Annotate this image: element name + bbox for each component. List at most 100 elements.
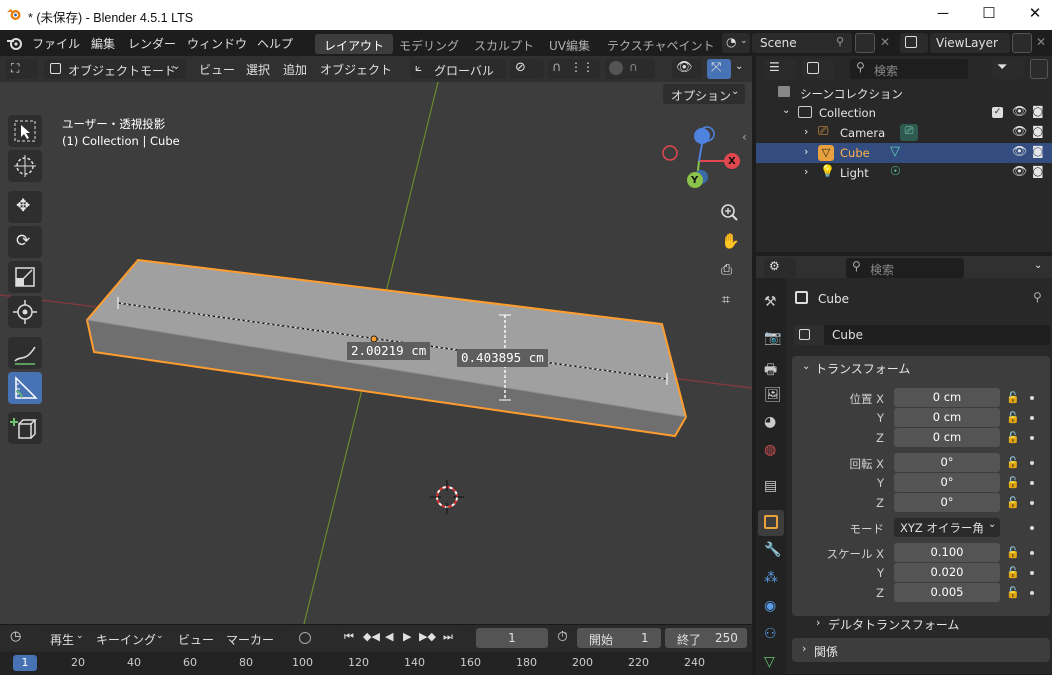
lock-icon[interactable]: 🔓 — [1006, 456, 1020, 469]
keyframe-dot[interactable] — [1030, 436, 1034, 440]
zoom-button[interactable] — [716, 199, 742, 225]
camera-render-icon[interactable]: ◙ — [1032, 104, 1044, 118]
scene-tab-icon[interactable]: ◕ — [764, 414, 776, 430]
lock-icon[interactable]: 🔓 — [1006, 546, 1020, 559]
timeline-editor-type[interactable]: ◷ — [6, 628, 38, 648]
new-collection-icon[interactable] — [1030, 59, 1048, 79]
proportional-edit[interactable]: ∩ — [605, 59, 655, 79]
prev-keyframe-icon[interactable]: ◆◀ — [363, 630, 380, 643]
keyframe-dot[interactable] — [1030, 396, 1034, 400]
menu-add[interactable]: 追加 — [283, 61, 307, 78]
cursor-tool[interactable] — [8, 150, 42, 182]
jump-end-icon[interactable]: ⏭ — [443, 630, 453, 644]
blender-menu-icon[interactable] — [6, 35, 24, 51]
menu-keying[interactable]: キーイング — [96, 631, 156, 648]
menu-help[interactable]: ヘルプ — [257, 35, 293, 52]
tree-item-light[interactable]: › 💡 Light ☉ 👁 ◙ — [756, 163, 1052, 183]
current-frame-field[interactable]: 1 — [476, 628, 548, 648]
keyframe-dot[interactable] — [1030, 591, 1034, 595]
pan-button[interactable]: ✋ — [716, 229, 742, 255]
menu-object[interactable]: オブジェクト — [320, 61, 392, 78]
pin-icon[interactable]: ⚲ — [1033, 290, 1042, 304]
start-frame-field[interactable]: 開始 1 — [577, 628, 661, 648]
menu-file[interactable]: ファイル — [32, 35, 80, 52]
rotation-y-field[interactable]: 0° — [894, 473, 1000, 492]
eye-icon[interactable]: 👁 — [1012, 124, 1027, 138]
lock-icon[interactable]: 🔓 — [1006, 566, 1020, 579]
tree-item-cube[interactable]: › ▽ Cube ▽ 👁 ◙ — [756, 143, 1052, 163]
lock-icon[interactable]: 🔓 — [1006, 496, 1020, 509]
pivot-dropdown[interactable]: ⊘ — [510, 59, 544, 79]
play-reverse-icon[interactable]: ◀ — [385, 630, 393, 643]
tree-item-scene-collection[interactable]: シーンコレクション — [756, 83, 1052, 103]
camera-render-icon[interactable]: ◙ — [1032, 164, 1044, 178]
new-view-layer-icon[interactable] — [1012, 33, 1032, 53]
sidebar-toggle-icon[interactable]: ‹ — [742, 130, 747, 144]
keyframe-dot[interactable] — [1030, 571, 1034, 575]
menu-select[interactable]: 選択 — [246, 61, 270, 78]
keyframe-dot[interactable] — [1030, 526, 1034, 530]
lock-icon[interactable]: 🔓 — [1006, 476, 1020, 489]
view-layer-selector[interactable]: ViewLayer — [930, 33, 1010, 53]
rotation-x-field[interactable]: 0° — [894, 453, 1000, 472]
view-layer-tab-icon[interactable]: 🖼 — [764, 387, 782, 403]
object-tab[interactable] — [758, 510, 784, 536]
tab-uv-editing[interactable]: UV編集 — [540, 34, 599, 54]
minimize-button[interactable]: ─ — [932, 4, 954, 24]
scale-x-field[interactable]: 0.100 — [894, 543, 1000, 562]
outliner-search[interactable]: ⚲ 検索 — [850, 59, 968, 79]
view-layer-type-dropdown[interactable] — [900, 33, 928, 53]
relations-panel[interactable]: › 関係 — [792, 638, 1050, 662]
visibility-dropdown[interactable]: 👁 — [672, 59, 702, 79]
add-cube-tool[interactable] — [8, 412, 42, 444]
chevron-down-icon[interactable]: ⌄ — [1034, 260, 1042, 271]
lock-icon[interactable]: 🔓 — [1006, 411, 1020, 424]
data-tab-icon[interactable]: ▽ — [764, 654, 775, 670]
snap-dropdown[interactable]: ∩ ⋮⋮ — [548, 59, 600, 79]
chevron-right-icon[interactable]: › — [804, 125, 808, 138]
eye-icon[interactable]: 👁 — [1012, 144, 1027, 158]
mesh-data-icon[interactable]: ▽ — [890, 144, 900, 159]
filter-dropdown[interactable]: ⏷ — [992, 59, 1024, 79]
pin-icon[interactable]: ⚲ — [836, 35, 844, 48]
snap-icon[interactable]: ∩ — [552, 60, 562, 75]
stopwatch-icon[interactable]: ⏱ — [557, 629, 568, 645]
menu-playback[interactable]: 再生 — [50, 631, 74, 648]
orientation-dropdown[interactable]: ⟀ グローバル — [410, 59, 506, 79]
delta-transform-title[interactable]: デルタトランスフォーム — [828, 616, 959, 633]
tool-tab-icon[interactable]: ⚒ — [764, 294, 777, 310]
measure-tool[interactable] — [8, 372, 42, 404]
keyframe-dot[interactable] — [1030, 551, 1034, 555]
play-icon[interactable]: ▶ — [403, 630, 411, 643]
menu-window[interactable]: ウィンドウ — [187, 35, 247, 52]
scale-tool[interactable] — [8, 261, 42, 293]
keyframe-dot[interactable] — [1030, 416, 1034, 420]
properties-editor-type[interactable]: ⚙ — [764, 258, 796, 278]
options-dropdown[interactable]: オプション ⌄ — [663, 84, 745, 104]
location-x-field[interactable]: 0 cm — [894, 388, 1000, 407]
tab-texture-paint[interactable]: テクスチャペイント — [598, 34, 724, 54]
chevron-down-icon[interactable]: ⌄ — [735, 61, 743, 72]
falloff-icon[interactable]: ∩ — [629, 60, 638, 74]
physics-tab-icon[interactable]: ◉ — [764, 598, 776, 614]
location-z-field[interactable]: 0 cm — [894, 428, 1000, 447]
playhead-frame[interactable]: 1 — [13, 655, 37, 671]
transform-title[interactable]: トランスフォーム — [815, 360, 910, 377]
end-frame-field[interactable]: 終了 250 — [665, 628, 747, 648]
chevron-right-icon[interactable]: › — [804, 145, 808, 158]
camera-render-icon[interactable]: ◙ — [1032, 124, 1044, 138]
delete-view-layer-icon[interactable]: ✕ — [1036, 35, 1046, 49]
scene-type-dropdown[interactable]: ◔ ⌄ — [722, 33, 750, 53]
output-tab-icon[interactable]: 🖶 — [764, 359, 777, 383]
chevron-right-icon[interactable]: › — [804, 165, 808, 178]
collection-tab-icon[interactable]: ▤ — [764, 478, 777, 494]
3d-cursor[interactable] — [430, 480, 464, 514]
lock-icon[interactable]: 🔓 — [1006, 586, 1020, 599]
menu-render[interactable]: レンダー — [128, 35, 176, 52]
properties-search[interactable]: ⚲ 検索 — [846, 258, 964, 278]
render-tab-icon[interactable]: 📷 — [764, 330, 781, 346]
chevron-down-icon[interactable]: ⌄ — [802, 361, 810, 372]
checkbox-icon[interactable]: ✓ — [992, 107, 1003, 118]
keyframe-dot[interactable] — [1030, 481, 1034, 485]
tab-modeling[interactable]: モデリング — [390, 34, 468, 54]
